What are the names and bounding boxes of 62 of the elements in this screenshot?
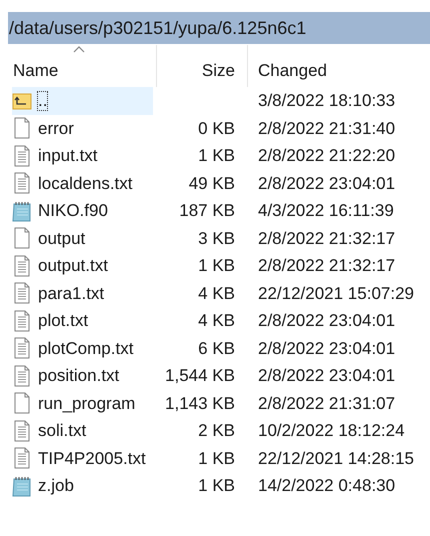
text-file-icon xyxy=(12,254,32,277)
file-size: 1 KB xyxy=(198,146,235,165)
file-size: 2 KB xyxy=(198,421,235,440)
file-name-cell[interactable]: NIKO.f90 xyxy=(12,197,153,224)
text-file-icon xyxy=(12,282,32,304)
file-icon xyxy=(12,227,32,250)
changed-date: 4/3/2022 16:11:39 xyxy=(258,201,394,220)
changed-date: 2/8/2022 21:32:17 xyxy=(258,256,396,275)
changed-date: 22/12/2021 15:07:29 xyxy=(258,284,414,302)
file-size: 187 KB xyxy=(179,201,235,220)
text-file-icon xyxy=(12,144,32,167)
file-name-cell[interactable]: z.job xyxy=(12,472,153,500)
changed-date: 2/8/2022 21:31:07 xyxy=(258,394,396,412)
file-name-cell[interactable]: position.txt xyxy=(12,362,153,390)
changed-date: 2/8/2022 23:04:01 xyxy=(258,311,396,330)
file-name-cell[interactable]: input.txt xyxy=(12,142,153,170)
file-size: 49 KB xyxy=(188,174,235,192)
text-file-icon xyxy=(12,310,32,332)
text-file-icon xyxy=(12,364,32,387)
file-name-cell[interactable]: para1.txt xyxy=(12,280,153,307)
file-name-cell[interactable]: plot.txt xyxy=(12,307,153,334)
changed-date: 10/2/2022 18:12:24 xyxy=(258,421,405,440)
text-file-icon xyxy=(12,172,32,194)
notepad-icon xyxy=(12,200,32,222)
file-size: 1 KB xyxy=(198,476,235,495)
file-name-cell[interactable]: plotComp.txt xyxy=(12,334,153,362)
file-icon xyxy=(12,117,32,140)
text-file-icon xyxy=(12,337,32,360)
file-name-cell[interactable]: TIP4P2005.txt xyxy=(12,444,153,472)
notepad-icon xyxy=(12,474,32,497)
file-size: 3 KB xyxy=(198,228,235,248)
file-size: 1 KB xyxy=(198,256,235,275)
file-size: 1,143 KB xyxy=(165,394,235,412)
column-header[interactable]: Name xyxy=(0,45,156,87)
file-size: 6 KB xyxy=(198,338,235,358)
file-name-cell[interactable]: output.txt xyxy=(12,252,153,280)
file-name-cell[interactable]: .. xyxy=(12,87,153,114)
changed-date: 2/8/2022 23:04:01 xyxy=(258,338,396,358)
path-bar: /data/users/p302151/yupa/6.125n6c1 xyxy=(8,12,430,44)
file-name-cell[interactable]: output xyxy=(12,224,153,252)
file-name-cell[interactable]: error xyxy=(12,114,153,142)
changed-date: 2/8/2022 23:04:01 xyxy=(258,174,396,192)
changed-date: 2/8/2022 21:31:40 xyxy=(258,118,396,138)
changed-date: 3/8/2022 18:10:33 xyxy=(258,91,396,110)
column-header[interactable]: Size xyxy=(156,45,247,87)
file-name-cell[interactable]: soli.txt xyxy=(12,417,153,444)
file-size: 4 KB xyxy=(198,284,235,302)
text-file-icon xyxy=(12,447,32,470)
changed-date: 2/8/2022 21:32:17 xyxy=(258,228,396,248)
changed-date: 22/12/2021 14:28:15 xyxy=(258,448,414,468)
changed-date: 14/2/2022 0:48:30 xyxy=(258,476,396,495)
file-size: 1 KB xyxy=(198,448,235,468)
file-name-cell[interactable]: localdens.txt xyxy=(12,170,153,197)
file-size: 0 KB xyxy=(198,118,235,138)
changed-date: 2/8/2022 23:04:01 xyxy=(258,366,396,385)
file-size: 1,544 KB xyxy=(165,366,235,385)
file-name-cell[interactable]: run_program xyxy=(12,390,153,417)
text-file-icon xyxy=(12,420,32,442)
changed-date: 2/8/2022 21:22:20 xyxy=(258,146,396,165)
file-size: 4 KB xyxy=(198,311,235,330)
file-icon xyxy=(12,392,32,414)
column-header[interactable]: Changed xyxy=(247,45,430,87)
